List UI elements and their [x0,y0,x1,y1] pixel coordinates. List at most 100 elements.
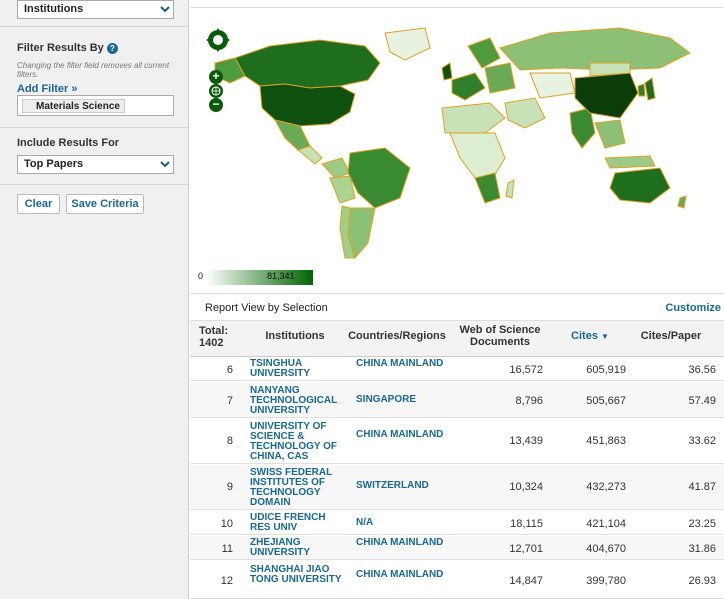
table-header: Total: 1402 Institutions Countries/Regio… [190,320,724,357]
country-link[interactable]: CHINA MAINLAND [356,538,446,548]
world-map: + − [190,7,724,292]
cpp-cell: 41.87 [688,481,716,493]
country-link[interactable]: SINGAPORE [356,395,446,405]
include-select[interactable]: Top Papers [17,155,174,174]
map-pan-control[interactable] [204,26,232,54]
zoom-in-button[interactable]: + [209,70,223,84]
rank-cell: 8 [226,435,233,447]
rank-cell: 6 [226,364,233,376]
cites-cell: 605,919 [586,364,626,376]
wos-documents-header[interactable]: Web of Science Documents [455,324,545,348]
country-link[interactable]: SWITZERLAND [356,481,446,491]
table-row: 6 TSINGHUA UNIVERSITY CHINA MAINLAND 16,… [190,357,724,381]
report-view-bar: Report View by Selection Customize [190,293,724,320]
filter-chip[interactable]: Materials Science [22,99,125,113]
map-region-middle-east [504,97,546,129]
map-region-africa-central [449,132,506,184]
map-region-korea [637,83,646,97]
map-region-indonesia [604,155,656,169]
map-region-uk [441,62,453,81]
map-region-greenland [384,27,431,61]
institution-link[interactable]: NANYANG TECHNOLOGICAL UNIVERSITY [250,386,342,416]
countries-header[interactable]: Countries/Regions [347,330,447,342]
map-region-southeast-asia [594,119,626,149]
wos-cell: 13,439 [509,435,543,447]
institution-link[interactable]: ZHEJIANG UNIVERSITY [250,538,342,558]
map-region-usa [259,83,356,127]
map-region-brazil [347,147,411,209]
zoom-out-button[interactable]: − [209,98,223,112]
institutions-header[interactable]: Institutions [250,330,340,342]
table-row: 12 SHANGHAI JIAO TONG UNIVERSITY CHINA M… [190,561,724,599]
map-region-india [569,107,596,149]
cites-cell: 432,273 [586,481,626,493]
report-view-title: Report View by Selection [205,302,328,314]
map-regions [214,27,691,260]
save-criteria-button[interactable]: Save Criteria [66,194,144,214]
map-region-north-africa [441,102,506,134]
institution-link[interactable]: UDICE FRENCH RES UNIV [250,513,342,533]
chevron-down-icon [158,157,172,172]
cpp-cell: 26.93 [688,575,716,587]
include-results-title: Include Results For [17,137,120,149]
map-region-central-america [296,145,323,165]
actions-divider [0,184,188,185]
results-table: 6 TSINGHUA UNIVERSITY CHINA MAINLAND 16,… [190,357,724,599]
cites-per-paper-header[interactable]: Cites/Paper [636,330,706,342]
country-link[interactable]: CHINA MAINLAND [356,570,446,580]
filter-hint: Changing the filter field removes all cu… [17,61,170,79]
filter-results-title: Filter Results By ? [17,42,118,54]
cites-header[interactable]: Cites ▼ [560,330,620,343]
legend-max: 81,341 [267,271,295,281]
map-region-madagascar [505,179,515,199]
table-row: 8 UNIVERSITY OF SCIENCE & TECHNOLOGY OF … [190,419,724,464]
legend-gradient [206,270,313,285]
add-filter-link[interactable]: Add Filter » [17,83,78,95]
map-region-peru [329,175,356,204]
wos-cell: 12,701 [509,543,543,555]
wos-cell: 18,115 [510,518,543,530]
cites-cell: 451,863 [586,435,626,447]
entity-select[interactable]: Institutions [17,0,174,19]
cpp-cell: 36.56 [688,364,716,376]
country-link[interactable]: CHINA MAINLAND [356,430,446,440]
cpp-cell: 31.86 [688,543,716,555]
map-region-new-zealand [677,195,687,209]
include-select-value: Top Papers [24,158,84,170]
institution-link[interactable]: SWISS FEDERAL INSTITUTES OF TECHNOLOGY D… [250,468,342,508]
map-region-europe-north [467,37,501,69]
globe-icon[interactable] [209,84,223,98]
rank-cell: 11 [221,543,233,555]
country-link[interactable]: N/A [356,518,446,528]
rank-cell: 7 [226,395,233,407]
institution-link[interactable]: TSINGHUA UNIVERSITY [250,359,342,379]
institution-link[interactable]: SHANGHAI JIAO TONG UNIVERSITY [250,565,342,585]
world-map-svg [214,27,691,260]
help-icon[interactable]: ? [106,42,118,54]
clear-button[interactable]: Clear [17,194,60,214]
filter-chip-label: Materials Science [36,101,120,112]
legend-min: 0 [198,271,204,281]
wos-cell: 10,324 [509,481,543,493]
map-region-canada [234,39,381,89]
rank-cell: 9 [226,481,233,493]
chevron-down-icon [158,2,172,17]
entity-select-value: Institutions [24,3,84,15]
rank-cell: 12 [220,575,233,587]
map-region-europe-west [451,72,486,101]
map-region-europe-east [484,62,516,94]
cpp-cell: 33.62 [688,435,716,447]
customize-link[interactable]: Customize [665,302,721,314]
filter-chip-box: Materials Science [17,95,174,116]
filter-sidebar: Institutions Filter Results By ? Changin… [0,0,189,599]
cites-cell: 505,667 [586,395,626,407]
map-legend: 0 81,341 [198,270,313,285]
cpp-cell: 23.25 [688,518,716,530]
institution-link[interactable]: UNIVERSITY OF SCIENCE & TECHNOLOGY OF CH… [250,422,342,462]
map-region-colombia [321,157,351,179]
map-region-australia [609,167,671,204]
country-link[interactable]: CHINA MAINLAND [356,359,446,369]
total-header: Total: 1402 [199,325,229,349]
wos-cell: 14,847 [509,575,543,587]
cites-cell: 404,670 [586,543,626,555]
